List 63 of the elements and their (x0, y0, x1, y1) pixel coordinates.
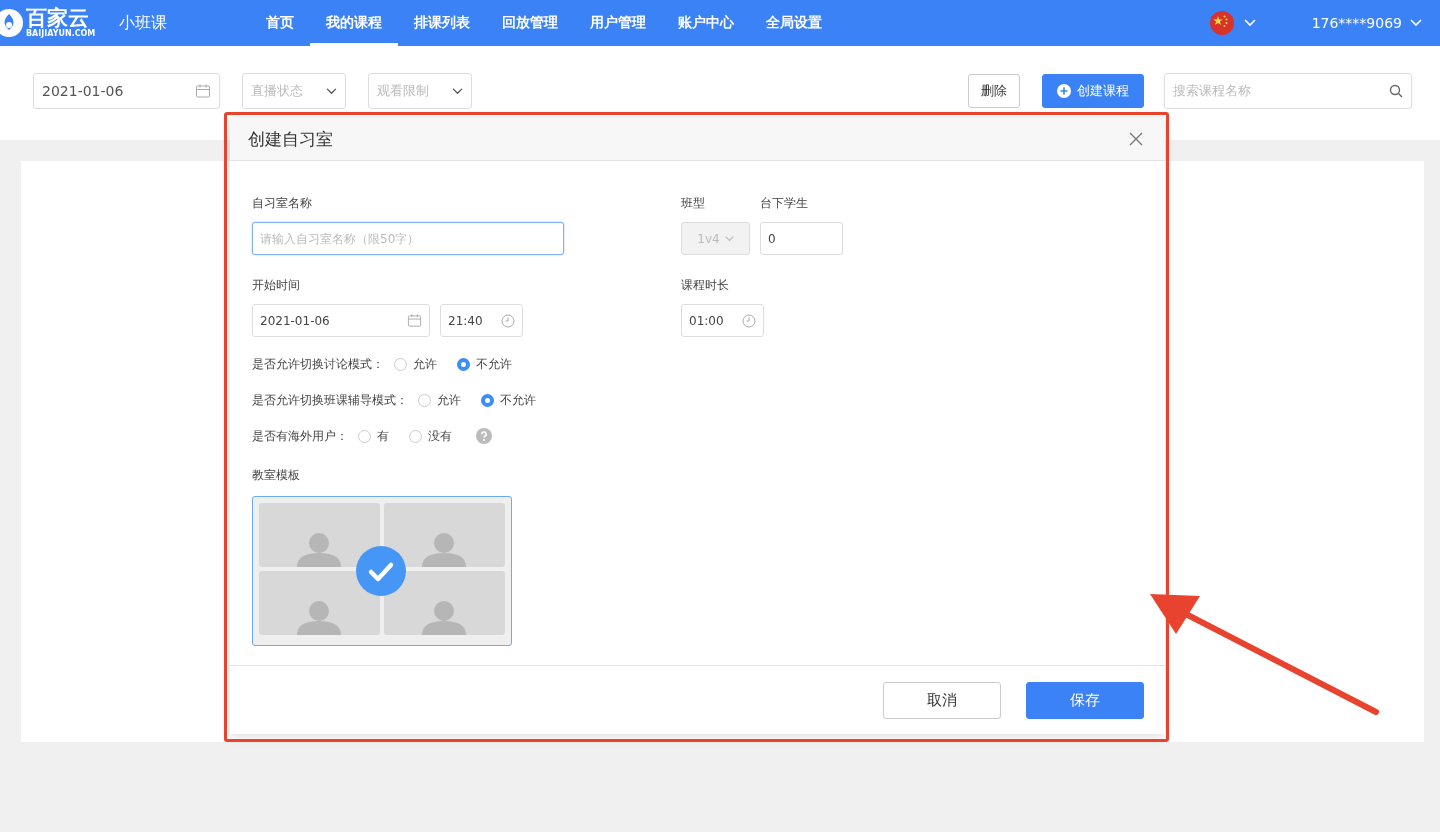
chevron-down-icon (326, 87, 337, 95)
radio-button[interactable] (418, 393, 431, 407)
radio-label: 不允许 (476, 355, 512, 373)
radio-button[interactable] (358, 429, 371, 443)
field-label: 自习室名称 (252, 195, 313, 212)
product-name: 小班课 (119, 12, 168, 34)
field-label: 台下学生 (760, 195, 809, 212)
radio-button[interactable] (481, 393, 494, 407)
check-icon (356, 546, 406, 596)
dialog-button[interactable]: 取消 (883, 681, 1001, 719)
radio-option[interactable]: 有 (358, 427, 389, 445)
field-label: 课程时长 (681, 277, 730, 294)
logo-wordmark: 百家云 (26, 8, 90, 29)
calendar-icon (195, 83, 211, 99)
option-label: 是否允许切换讨论模式： (252, 355, 384, 373)
radio-option[interactable]: 允许 (418, 391, 461, 409)
dialog-button[interactable]: 保存 (1026, 681, 1144, 719)
chevron-down-icon (452, 87, 463, 95)
close-icon[interactable] (1129, 132, 1143, 146)
date-field[interactable]: 2021-01-06 (33, 73, 220, 109)
field-label: 开始时间 (252, 277, 301, 294)
radio-button[interactable] (394, 357, 407, 371)
date-field[interactable]: 2021-01-06 (252, 304, 430, 337)
duration-field[interactable]: 01:00 (681, 304, 764, 337)
account-phone[interactable]: 176****9069 (1311, 15, 1402, 31)
radio-label: 没有 (428, 427, 452, 445)
time-field[interactable]: 21:40 (440, 304, 523, 337)
option-label: 是否允许切换班课辅导模式： (252, 391, 408, 409)
nav-tab[interactable]: 全局设置 (750, 0, 838, 46)
calendar-icon (407, 313, 422, 328)
nav-tab[interactable]: 回放管理 (486, 0, 574, 46)
radio-option[interactable]: 允许 (394, 355, 437, 373)
field-label: 教室模板 (252, 467, 301, 484)
nav-tab[interactable]: 首页 (250, 0, 310, 46)
radio-label: 有 (377, 427, 389, 445)
clock-icon (742, 313, 756, 328)
help-icon[interactable] (476, 428, 492, 444)
nav-tab[interactable]: 排课列表 (398, 0, 486, 46)
radio-label: 允许 (437, 391, 461, 409)
logo-domain: BAIJIAYUN.COM (26, 30, 96, 38)
radio-option[interactable]: 没有 (409, 427, 452, 445)
nav-tab[interactable]: 用户管理 (574, 0, 662, 46)
chevron-down-icon (724, 235, 734, 242)
clock-icon (501, 313, 515, 328)
radio-button[interactable] (409, 429, 422, 443)
radio-label: 不允许 (500, 391, 536, 409)
field-label: 班型 (681, 195, 706, 212)
option-label: 是否有海外用户： (252, 427, 348, 445)
chevron-down-icon[interactable] (1243, 19, 1256, 27)
toolbar-button[interactable]: 创建课程 (1042, 74, 1144, 108)
chevron-down-icon[interactable] (1410, 19, 1422, 27)
toolbar-button[interactable]: 删除 (968, 74, 1020, 108)
plus-circle-icon (1057, 84, 1071, 98)
radio-label: 允许 (413, 355, 437, 373)
dialog-title: 创建自习室 (248, 127, 333, 151)
search-icon (1389, 84, 1403, 98)
radio-button[interactable] (457, 357, 470, 371)
student-count-input[interactable]: 0 (760, 222, 843, 255)
radio-option[interactable]: 不允许 (481, 391, 536, 409)
nav-tab[interactable]: 账户中心 (662, 0, 750, 46)
radio-option[interactable]: 不允许 (457, 355, 512, 373)
flag-icon[interactable] (1209, 11, 1234, 35)
name-input[interactable]: 请输入自习室名称（限50字） (252, 222, 564, 255)
